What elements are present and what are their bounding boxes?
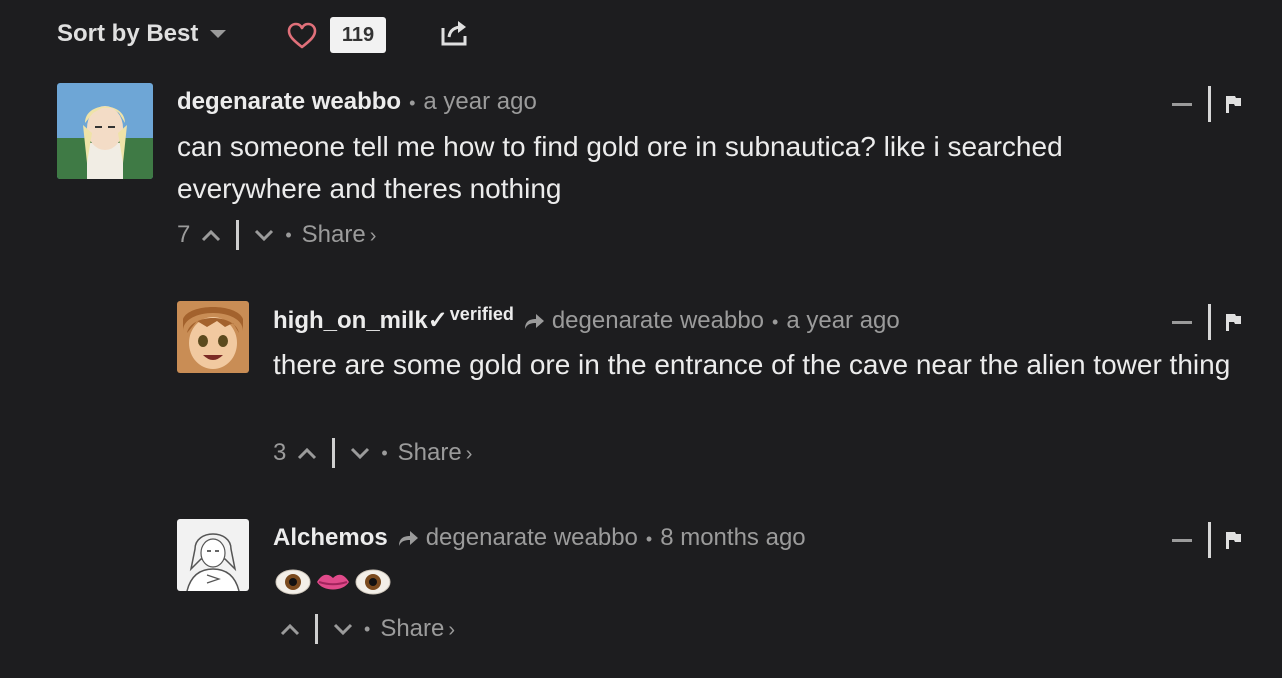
vote-count: 7 — [177, 221, 191, 248]
comment-controls — [1172, 86, 1241, 122]
comment-controls — [1172, 522, 1241, 558]
controls-divider — [1208, 304, 1211, 340]
chevron-up-icon[interactable] — [200, 228, 222, 242]
comment-author[interactable]: degenarate weabbo — [177, 88, 401, 116]
comment-time[interactable]: a year ago — [423, 88, 536, 116]
reply-to-author[interactable]: degenarate weabbo — [426, 524, 638, 552]
separator-dot: • — [409, 93, 416, 113]
minus-icon[interactable] — [1172, 538, 1192, 542]
flag-icon[interactable] — [1225, 531, 1241, 549]
share-icon[interactable] — [439, 18, 471, 48]
eyes-mouth-emoji — [275, 569, 391, 595]
comment-header: Alchemos degenarate weabbo • 8 months ag… — [273, 524, 806, 552]
anime-avatar-image — [177, 301, 249, 373]
chevron-up-icon[interactable] — [296, 446, 318, 460]
chevron-down-icon[interactable] — [253, 228, 275, 242]
comment-text: can someone tell me how to find gold ore… — [177, 131, 1063, 204]
comment-controls — [1172, 304, 1241, 340]
separator-dot: • — [772, 312, 779, 332]
flag-icon[interactable] — [1225, 313, 1241, 331]
vote-divider — [236, 220, 240, 250]
comment-actions: 7 • Share › — [177, 220, 376, 250]
reply-arrow-icon — [398, 531, 418, 546]
chevron-right-icon: › — [448, 619, 456, 641]
sort-dropdown[interactable]: Sort by Best — [57, 20, 227, 48]
sort-label: Sort by Best — [57, 20, 199, 47]
avatar[interactable] — [57, 83, 153, 179]
share-label: Share — [397, 439, 462, 466]
comment-time[interactable]: 8 months ago — [660, 524, 805, 552]
chevron-right-icon: › — [465, 443, 473, 465]
vote-divider — [315, 614, 318, 644]
share-label: Share — [301, 221, 366, 248]
controls-divider — [1208, 86, 1211, 122]
like-count-badge: 119 — [330, 17, 386, 53]
vote-divider — [332, 438, 336, 468]
verified-label: verified — [449, 304, 514, 324]
reply-to-author[interactable]: degenarate weabbo — [552, 307, 764, 335]
reply-arrow-icon — [524, 314, 544, 329]
chevron-right-icon: › — [369, 225, 377, 247]
heart-icon[interactable] — [287, 22, 317, 50]
comments-toolbar: Sort by Best 119 — [57, 14, 467, 54]
comment-author[interactable]: Alchemos — [273, 524, 388, 552]
chevron-down-icon[interactable] — [332, 622, 354, 636]
chevron-up-icon[interactable] — [279, 622, 301, 636]
minus-icon[interactable] — [1172, 320, 1192, 324]
comment-header: high_on_milk✓ verified degenarate weabbo… — [273, 304, 900, 335]
comment-text: 👁️👄👁️ — [275, 566, 415, 598]
share-link[interactable]: Share › — [380, 615, 455, 643]
vote-count: 3 — [273, 439, 287, 466]
separator-dot: • — [381, 442, 388, 463]
share-link[interactable]: Share › — [302, 221, 377, 249]
comment-header: degenarate weabbo • a year ago — [177, 88, 537, 116]
minus-icon[interactable] — [1172, 102, 1192, 106]
separator-dot: • — [364, 618, 371, 639]
comment-time[interactable]: a year ago — [786, 307, 899, 335]
share-label: Share — [380, 615, 445, 642]
controls-divider — [1208, 522, 1211, 558]
separator-dot: • — [645, 529, 653, 549]
sketch-avatar-image — [177, 519, 249, 591]
separator-dot: • — [285, 224, 292, 245]
share-link[interactable]: Share › — [398, 439, 473, 467]
caret-down-icon — [210, 30, 227, 38]
avatar[interactable] — [177, 519, 249, 591]
anime-avatar-image — [57, 83, 153, 179]
comment-text: there are some gold ore in the entrance … — [273, 349, 1231, 380]
comment-actions: • Share › — [279, 614, 455, 644]
flag-icon[interactable] — [1225, 95, 1241, 113]
chevron-down-icon[interactable] — [349, 446, 371, 460]
comment-actions: 3 • Share › — [273, 438, 472, 468]
avatar[interactable] — [177, 301, 249, 373]
comments-page: Sort by Best 119 degenarate weabbo • a y… — [0, 0, 1282, 678]
comment-author[interactable]: high_on_milk✓ — [273, 306, 448, 335]
